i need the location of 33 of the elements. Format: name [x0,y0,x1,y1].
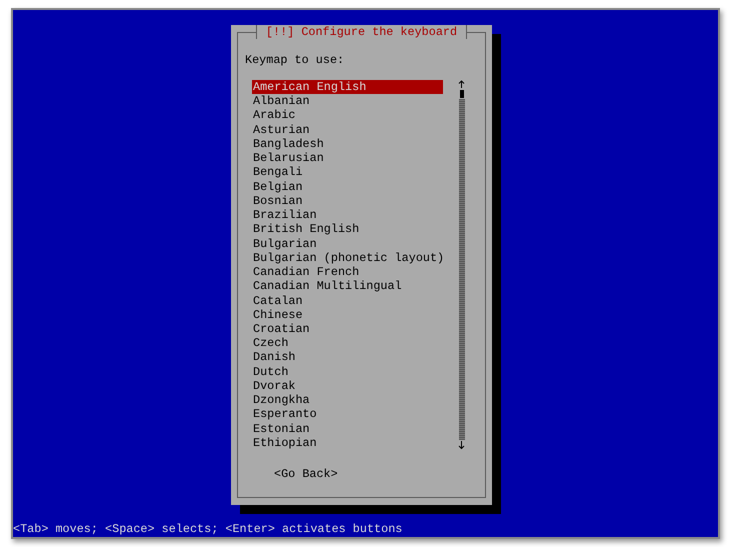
keymap-option[interactable]: Bosnian [252,194,443,208]
keymap-option[interactable]: Brazilian [252,208,443,222]
keymap-option[interactable]: Danish [252,350,443,365]
dialog-title: [!!] Configure the keyboard [256,25,468,39]
keymap-option[interactable]: Asturian [252,122,443,137]
keymap-option[interactable]: Estonian [252,422,443,436]
keymap-option[interactable]: Albanian [252,94,443,108]
keymap-option[interactable]: Bengali [252,165,443,180]
keymap-option[interactable]: Bulgarian (phonetic layout) [252,250,443,266]
keymap-option[interactable]: Bulgarian [252,236,443,251]
keymap-option[interactable]: Canadian Multilingual [252,279,443,294]
keymap-option[interactable]: British English [252,222,443,237]
keymap-option[interactable]: Croatian [252,322,443,336]
status-bar-hint: <Tab> moves; <Space> selects; <Enter> activates buttons [13,522,402,536]
prompt-label: Keymap to use: [245,53,344,67]
scroll-up-arrow-icon[interactable] [458,80,465,89]
keymap-option[interactable]: Dvorak [252,378,443,394]
go-back-button[interactable]: <Go Back> [274,467,338,482]
keymap-option[interactable]: Canadian French [252,265,443,280]
keymap-option[interactable]: Esperanto [252,407,443,422]
scrollbar-thumb[interactable] [460,90,464,98]
keymap-option[interactable]: Belgian [252,180,443,194]
keymap-option[interactable]: Dzongkha [252,393,443,408]
scroll-down-arrow-icon[interactable] [458,441,465,450]
keymap-option[interactable]: Catalan [252,294,443,308]
keymap-option[interactable]: Chinese [252,308,443,322]
keymap-option[interactable]: Bangladesh [252,136,443,152]
keymap-option[interactable]: Arabic [252,108,443,123]
keymap-option[interactable]: Belarusian [252,151,443,166]
keymap-option[interactable]: Dutch [252,364,443,379]
keymap-option[interactable]: American English [252,80,443,94]
keymap-option[interactable]: Ethiopian [252,436,443,450]
keymap-option[interactable]: Czech [252,336,443,350]
